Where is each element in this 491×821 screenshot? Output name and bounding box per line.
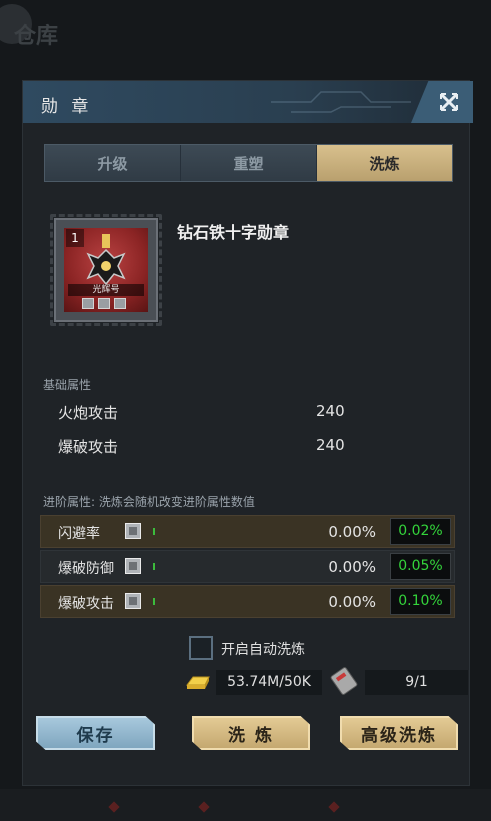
close-icon: [439, 92, 459, 112]
advanced-refine-button[interactable]: 高级洗炼: [340, 716, 458, 750]
advanced-stat-row: 爆破攻击 0.00% 0.10%: [40, 585, 455, 618]
medal-slots: [82, 298, 126, 309]
slot-icon: [82, 298, 94, 309]
lock-toggle[interactable]: [125, 558, 141, 574]
medal-icon-frame[interactable]: 1 光辉号: [50, 214, 162, 326]
medal-title: 钻石铁十字勋章: [177, 223, 290, 242]
medal-image: 1 光辉号: [64, 228, 148, 312]
medal-name-tag: 光辉号: [68, 284, 144, 296]
lock-toggle[interactable]: [125, 523, 141, 539]
iron-cross-icon: [86, 234, 126, 286]
tab-upgrade[interactable]: 升级: [45, 145, 181, 181]
advanced-stat-current: 0.00%: [328, 558, 376, 576]
advanced-stat-name: 爆破防御: [58, 561, 114, 577]
advanced-stat-current: 0.00%: [328, 523, 376, 541]
auto-refine-label: 开启自动洗炼: [221, 642, 305, 658]
medal-dialog: 勋 章 升级 重塑 洗炼 1 光辉号 钻石铁十字勋章 基础属性 火炮攻击 240…: [22, 80, 473, 786]
gold-amount: 53.74M/50K: [216, 670, 322, 695]
base-stat-name: 火炮攻击: [58, 404, 119, 422]
progress-tick: [153, 528, 155, 535]
medal-level-badge: 1: [66, 229, 84, 247]
base-stat-value: 240: [316, 402, 345, 420]
dialog-header: 勋 章: [23, 81, 473, 123]
advanced-stat-row: 爆破防御 0.00% 0.05%: [40, 550, 455, 583]
base-stat-name: 爆破攻击: [58, 438, 119, 456]
lock-toggle[interactable]: [125, 593, 141, 609]
refine-ticket-icon: [330, 667, 358, 695]
dialog-title: 勋 章: [41, 97, 93, 117]
background-marker: [328, 801, 340, 813]
refine-button[interactable]: 洗 炼: [192, 716, 310, 750]
base-stat-row: 爆破攻击 240: [58, 436, 358, 457]
progress-tick: [153, 563, 155, 570]
tab-bar: 升级 重塑 洗炼: [44, 144, 453, 182]
background-marker: [108, 801, 120, 813]
progress-tick: [153, 598, 155, 605]
advanced-stat-new: 0.10%: [390, 588, 451, 615]
save-button[interactable]: 保存: [36, 716, 155, 750]
slot-icon: [98, 298, 110, 309]
tab-refine[interactable]: 洗炼: [317, 145, 452, 181]
base-stat-row: 火炮攻击 240: [58, 402, 358, 423]
background-bottom-bar: [0, 789, 491, 821]
gold-bar-icon: [186, 676, 210, 689]
close-button[interactable]: [411, 81, 473, 123]
advanced-stat-current: 0.00%: [328, 593, 376, 611]
base-stats-label: 基础属性: [43, 378, 92, 392]
ticket-amount: 9/1: [365, 670, 468, 695]
tab-reshape[interactable]: 重塑: [181, 145, 317, 181]
slot-icon: [114, 298, 126, 309]
advanced-stat-new: 0.05%: [390, 553, 451, 580]
circuit-decoration: [271, 91, 411, 113]
auto-refine-checkbox[interactable]: [189, 636, 213, 660]
advanced-stat-new: 0.02%: [390, 518, 451, 545]
background-page-title: 仓库: [14, 24, 59, 49]
base-stat-value: 240: [316, 436, 345, 454]
advanced-stat-name: 闪避率: [58, 526, 100, 542]
advanced-stat-row: 闪避率 0.00% 0.02%: [40, 515, 455, 548]
advanced-stat-name: 爆破攻击: [58, 596, 114, 612]
advanced-stats-label: 进阶属性: 洗炼会随机改变进阶属性数值: [43, 495, 255, 509]
background-marker: [198, 801, 210, 813]
